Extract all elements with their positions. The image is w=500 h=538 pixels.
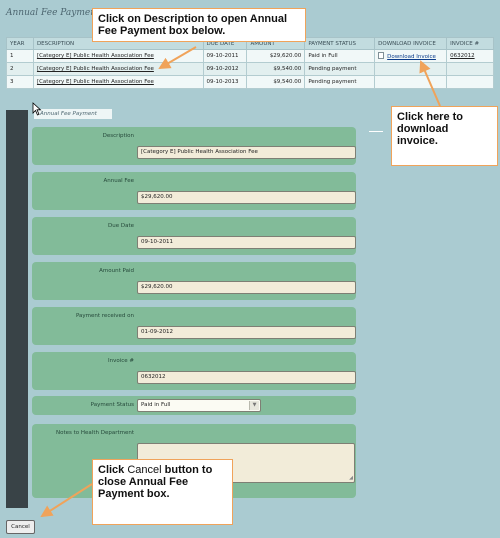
resize-grip-icon[interactable]: ◢ [349, 476, 353, 481]
description-callout: Click on Description to open Annual Fee … [92, 8, 306, 42]
column-header-download-invoice[interactable]: DOWNLOAD INVOICE [374, 37, 448, 50]
cancel-callout-word: Cancel [127, 464, 162, 476]
cell-invoice-number [446, 75, 494, 89]
table-row[interactable]: 2 [Category E] Public Health Association… [6, 62, 494, 76]
mouse-cursor-icon [32, 102, 42, 116]
cell-due-date: 09-10-2013 [202, 75, 248, 89]
cell-invoice-link[interactable]: 0632012 [446, 49, 494, 63]
due-date-row: Due Date 09-10-2011 [32, 217, 356, 255]
cell-description-link[interactable]: [Category E] Public Health Association F… [32, 49, 204, 63]
payment-received-label: Payment received on [75, 313, 134, 319]
cell-invoice-number [446, 62, 494, 76]
cell-payment-status: Paid in Full [304, 49, 376, 63]
amount-paid-field[interactable]: $29,620.00 [137, 281, 356, 294]
cell-due-date: 09-10-2012 [202, 62, 248, 76]
payment-received-row: Payment received on 01-09-2012 [32, 307, 356, 345]
description-callout-text: Click on Description to open Annual Fee … [98, 13, 288, 37]
cell-description-link[interactable]: [Category E] Public Health Association F… [32, 62, 204, 76]
invoice-field[interactable]: 0632012 [137, 371, 356, 384]
cell-due-date: 09-10-2011 [202, 49, 248, 63]
fee-table: YEAR DESCRIPTION DUE DATE AMOUNT PAYMENT… [6, 37, 494, 89]
payment-status-select[interactable]: Paid in Full ▼ [137, 399, 261, 412]
due-date-field[interactable]: 09-10-2011 [137, 236, 356, 249]
download-callout-text: Click here to download invoice. [397, 111, 464, 147]
table-row[interactable]: 1 [Category E] Public Health Association… [6, 49, 494, 63]
column-header-year[interactable]: YEAR [6, 37, 34, 50]
cell-amount: $9,540.00 [246, 75, 306, 89]
cell-year: 3 [6, 75, 34, 89]
cell-year: 2 [6, 62, 34, 76]
form-sidebar [6, 110, 28, 508]
notes-label: Notes to Health Department [56, 430, 134, 436]
column-header-payment-status[interactable]: PAYMENT STATUS [304, 37, 376, 50]
annual-fee-field[interactable]: $29,620.00 [137, 191, 356, 204]
cancel-callout-prefix: Click [98, 464, 128, 476]
description-field[interactable]: [Category E] Public Health Association F… [137, 146, 356, 159]
amount-paid-label: Amount Paid [99, 268, 134, 274]
cell-download-invoice [374, 75, 448, 89]
description-label: Description [102, 133, 134, 139]
table-row[interactable]: 3 [Category E] Public Health Association… [6, 75, 494, 89]
payment-received-field[interactable]: 01-09-2012 [137, 326, 356, 339]
annual-fee-label: Annual Fee [103, 178, 135, 184]
payment-status-label: Payment Status [90, 402, 134, 408]
download-invoice-link[interactable]: Download Invoice [387, 54, 436, 60]
annual-fee-row: Annual Fee $29,620.00 [32, 172, 356, 210]
amount-paid-row: Amount Paid $29,620.00 [32, 262, 356, 300]
chevron-down-icon[interactable]: ▼ [249, 401, 259, 410]
cell-payment-status: Pending payment [304, 62, 376, 76]
invoice-label: Invoice # [107, 358, 134, 364]
cell-amount: $29,620.00 [246, 49, 306, 63]
download-callout: Click here to download invoice. [391, 106, 498, 166]
cell-download-invoice [374, 62, 448, 76]
payment-status-row: Payment Status Paid in Full ▼ [32, 396, 356, 415]
form-legend: Annual Fee Payment [34, 109, 112, 119]
cell-description-link[interactable]: [Category E] Public Health Association F… [32, 75, 204, 89]
page-title: Annual Fee Payment [6, 8, 100, 18]
payment-status-value: Paid in Full [141, 402, 171, 408]
divider [369, 131, 383, 132]
cell-amount: $9,540.00 [246, 62, 306, 76]
cell-download-invoice: Download Invoice [374, 49, 448, 63]
due-date-label: Due Date [108, 223, 134, 229]
column-header-invoice-number[interactable]: INVOICE # [446, 37, 494, 50]
cancel-button[interactable]: Cancel [6, 520, 35, 534]
cell-payment-status: Pending payment [304, 75, 376, 89]
invoice-row: Invoice # 0632012 [32, 352, 356, 390]
cancel-callout: Click Cancel button to close Annual Fee … [92, 459, 233, 525]
description-row: Description [Category E] Public Health A… [32, 127, 356, 165]
document-icon[interactable] [378, 52, 385, 59]
cell-year: 1 [6, 49, 34, 63]
